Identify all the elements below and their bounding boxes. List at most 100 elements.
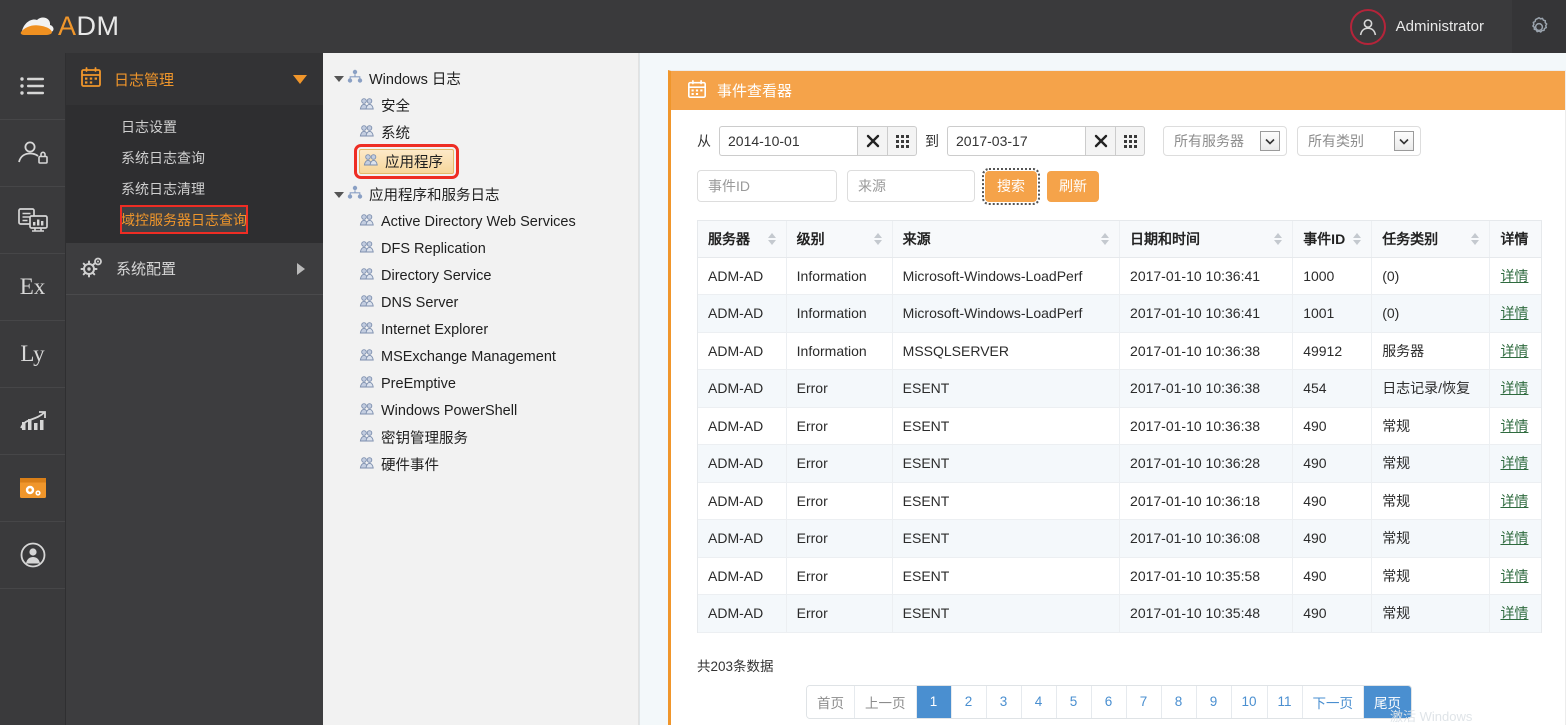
chevron-down-icon[interactable]	[331, 75, 347, 82]
sort-toggle-icon[interactable]	[873, 232, 882, 245]
table-row[interactable]: ADM-AD Error ESENT 2017-01-10 10:36:08 490 常规…	[698, 519, 1541, 558]
pagination-page-8[interactable]: 8	[1161, 685, 1197, 718]
tree-item[interactable]: Windows PowerShell	[331, 397, 638, 424]
user-lock-icon[interactable]	[0, 120, 65, 187]
detail-link[interactable]: 详情	[1500, 268, 1528, 284]
nav-item-dc-server-log-query[interactable]: 域控服务器日志查询	[120, 205, 248, 234]
detail-link[interactable]: 详情	[1500, 418, 1528, 434]
tree-node-app-and-service-logs[interactable]: 应用程序和服务日志	[331, 181, 638, 208]
system-config-icon[interactable]	[0, 455, 65, 522]
pagination-page-1[interactable]: 1	[916, 685, 952, 718]
from-date-input[interactable]	[719, 126, 857, 156]
sort-toggle-icon[interactable]	[767, 232, 776, 245]
tree-item[interactable]: Internet Explorer	[331, 316, 638, 343]
pagination-next[interactable]: 下一页	[1302, 685, 1365, 718]
table-row[interactable]: ADM-AD Error ESENT 2017-01-10 10:36:28 490 常规…	[698, 444, 1541, 483]
pagination-page-5[interactable]: 5	[1056, 685, 1092, 718]
nav-item-log-settings[interactable]: 日志设置	[66, 111, 323, 142]
from-clear-button[interactable]	[857, 126, 887, 156]
tree-item[interactable]: 密钥管理服务	[331, 424, 638, 451]
tree-item[interactable]: DNS Server	[331, 289, 638, 316]
refresh-button[interactable]: 刷新	[1047, 170, 1099, 202]
logo-letter-a: A	[58, 11, 77, 41]
table-row[interactable]: ADM-AD Error ESENT 2017-01-10 10:35:48 490 常规…	[698, 594, 1541, 633]
pagination-page-7[interactable]: 7	[1126, 685, 1162, 718]
tree-item-security[interactable]: 安全	[331, 92, 638, 119]
to-calendar-button[interactable]	[1115, 126, 1145, 156]
tree-item-application[interactable]: 应用程序	[331, 144, 638, 179]
table-row[interactable]: ADM-AD Information Microsoft-Windows-LoadP…	[698, 294, 1541, 333]
column-header-label: 日期和时间	[1130, 230, 1201, 247]
pagination-page-6[interactable]: 6	[1091, 685, 1127, 718]
ly-icon[interactable]: Ly	[0, 321, 65, 388]
column-header[interactable]: 任务类别	[1371, 221, 1491, 258]
table-cell: 1001	[1292, 294, 1373, 333]
tree-item[interactable]: MSExchange Management	[331, 343, 638, 370]
table-cell: ADM-AD	[698, 444, 787, 483]
detail-link[interactable]: 详情	[1500, 530, 1528, 546]
column-header[interactable]: 事件ID	[1292, 221, 1373, 258]
table-row[interactable]: ADM-AD Information MSSQLSERVER 2017-01-10 1…	[698, 332, 1541, 370]
tree-item[interactable]: PreEmptive	[331, 370, 638, 397]
menu-list-icon[interactable]	[0, 53, 65, 120]
chevron-down-icon[interactable]	[331, 191, 347, 198]
nav-group-log-management[interactable]: 日志管理	[66, 53, 323, 105]
column-header[interactable]: 服务器	[698, 221, 787, 258]
pagination-page-3[interactable]: 3	[986, 685, 1022, 718]
category-select[interactable]: 所有类别	[1297, 126, 1421, 156]
detail-link[interactable]: 详情	[1500, 305, 1528, 321]
source-input[interactable]	[847, 170, 975, 202]
table-row[interactable]: ADM-AD Error ESENT 2017-01-10 10:36:38 490 常规…	[698, 407, 1541, 445]
pagination-page-10[interactable]: 10	[1231, 685, 1268, 718]
nav-item-system-log-cleanup[interactable]: 系统日志清理	[66, 173, 323, 204]
detail-link[interactable]: 详情	[1500, 380, 1528, 396]
pagination-first[interactable]: 首页	[807, 685, 855, 718]
tree-node-windows-logs[interactable]: Windows 日志	[331, 65, 638, 92]
user-circle-icon[interactable]	[0, 522, 65, 589]
pagination-page-11[interactable]: 11	[1267, 685, 1303, 718]
sort-toggle-icon[interactable]	[1353, 232, 1362, 245]
pagination-page-4[interactable]: 4	[1021, 685, 1057, 718]
gear-icon[interactable]	[1512, 0, 1566, 53]
panel-title: 事件查看器	[717, 83, 793, 100]
nav-group-system-config[interactable]: 系统配置	[66, 243, 323, 295]
sort-toggle-icon[interactable]	[1471, 232, 1480, 245]
table-row[interactable]: ADM-AD Error ESENT 2017-01-10 10:35:58 490 常规…	[698, 557, 1541, 595]
tree-item[interactable]: 硬件事件	[331, 451, 638, 478]
sort-toggle-icon[interactable]	[1101, 232, 1110, 245]
avatar[interactable]	[1349, 8, 1386, 45]
from-calendar-button[interactable]	[887, 126, 917, 156]
detail-link[interactable]: 详情	[1500, 493, 1528, 509]
table-row[interactable]: ADM-AD Information Microsoft-Windows-LoadP…	[698, 257, 1541, 295]
column-header[interactable]: 日期和时间	[1119, 221, 1294, 258]
cloud-icon	[18, 14, 56, 40]
detail-link[interactable]: 详情	[1500, 343, 1528, 359]
pagination-prev[interactable]: 上一页	[855, 685, 917, 718]
to-clear-button[interactable]	[1085, 126, 1115, 156]
chart-growth-icon[interactable]	[0, 388, 65, 455]
monitor-report-icon[interactable]	[0, 187, 65, 254]
detail-link[interactable]: 详情	[1500, 605, 1528, 621]
search-button[interactable]: 搜索	[982, 167, 1040, 205]
table-row[interactable]: ADM-AD Error ESENT 2017-01-10 10:36:18 490 常规…	[698, 482, 1541, 520]
pagination-page-9[interactable]: 9	[1196, 685, 1232, 718]
event-id-input[interactable]	[697, 170, 837, 202]
ex-icon[interactable]: Ex	[0, 254, 65, 321]
column-header[interactable]: 来源	[892, 221, 1121, 258]
tree-item-system[interactable]: 系统	[331, 119, 638, 146]
table-cell: 2017-01-10 10:36:28	[1119, 444, 1294, 483]
nav-item-system-log-query[interactable]: 系统日志查询	[66, 142, 323, 173]
sort-toggle-icon[interactable]	[1274, 232, 1283, 245]
tree-item[interactable]: DFS Replication	[331, 235, 638, 262]
column-header[interactable]: 级别	[786, 221, 893, 258]
logo[interactable]: ADM	[18, 11, 120, 42]
to-date-input[interactable]	[947, 126, 1085, 156]
tree-item-label: Directory Service	[381, 267, 492, 284]
detail-link[interactable]: 详情	[1500, 568, 1528, 584]
table-row[interactable]: ADM-AD Error ESENT 2017-01-10 10:36:38 454 日志…	[698, 369, 1541, 408]
server-select[interactable]: 所有服务器	[1163, 126, 1287, 156]
tree-item[interactable]: Directory Service	[331, 262, 638, 289]
tree-item[interactable]: Active Directory Web Services	[331, 208, 638, 235]
detail-link[interactable]: 详情	[1500, 455, 1528, 471]
pagination-page-2[interactable]: 2	[951, 685, 987, 718]
